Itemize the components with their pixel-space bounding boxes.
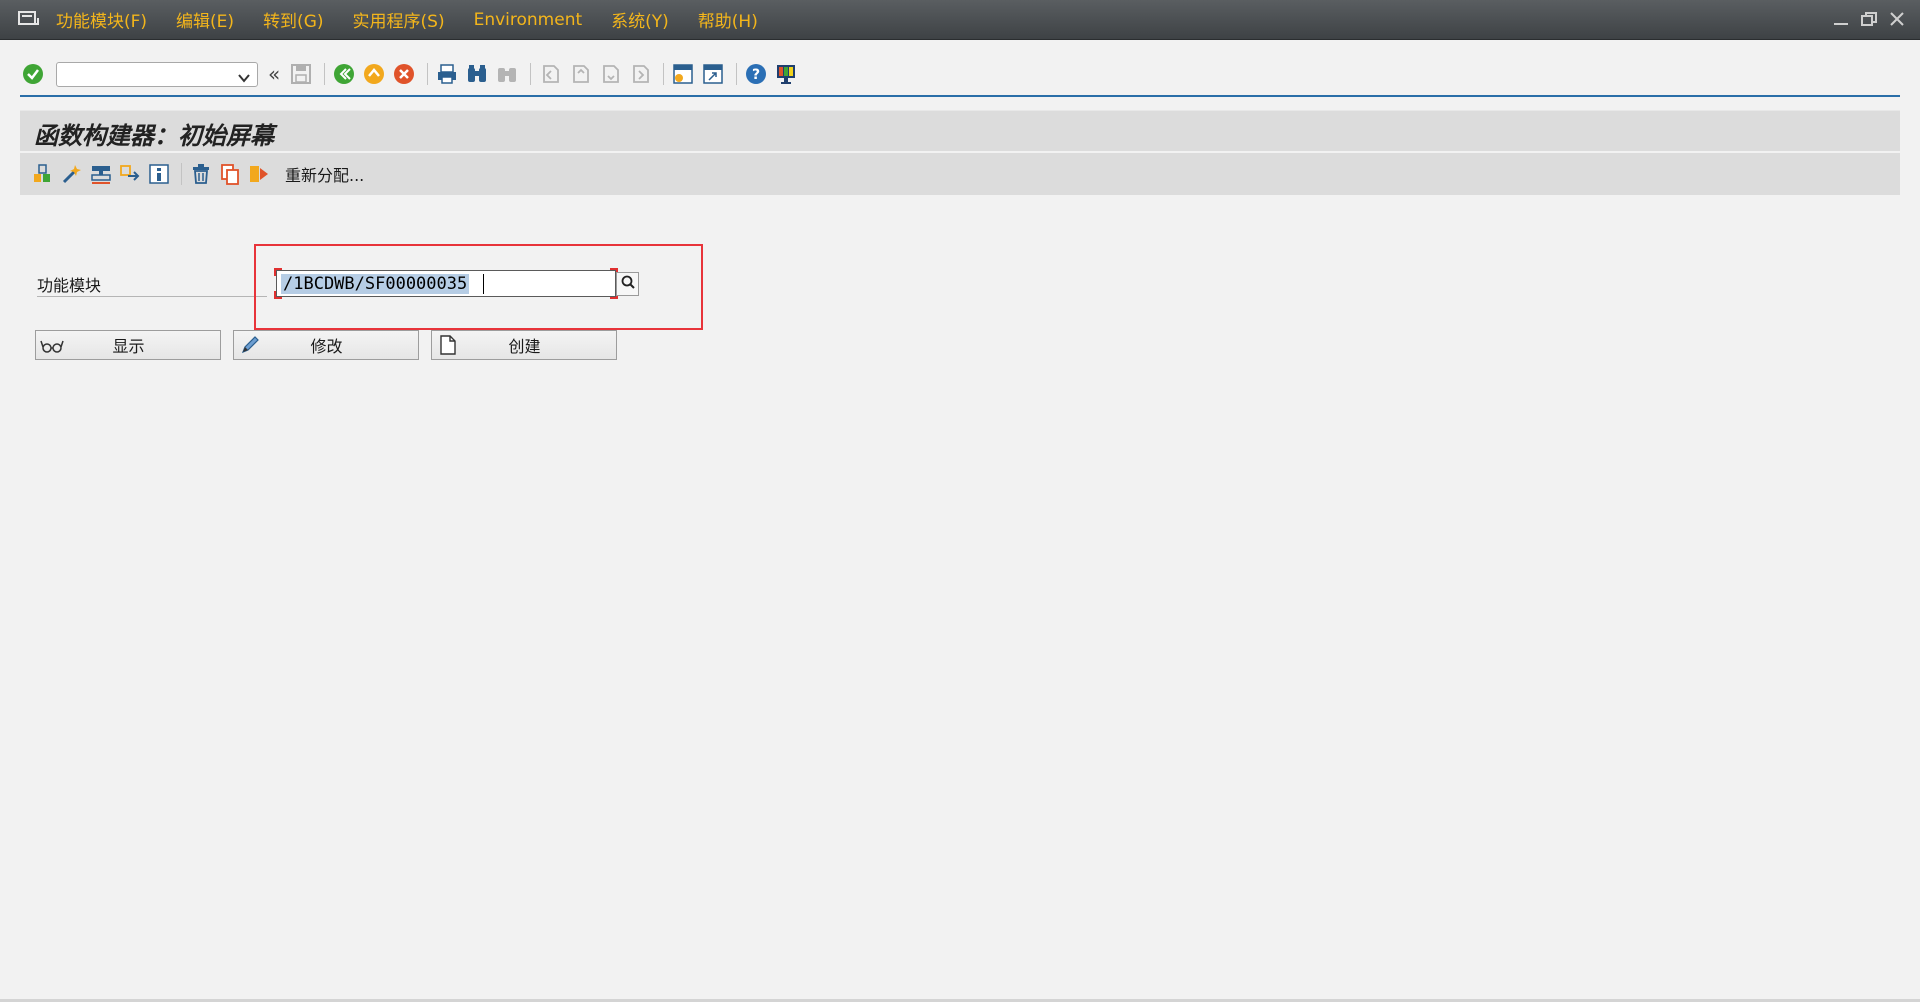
pencil-icon (237, 332, 263, 358)
change-button-label: 修改 (310, 337, 343, 356)
where-used-icon[interactable] (117, 161, 143, 187)
collapse-command-icon[interactable]: « (268, 64, 280, 84)
new-document-icon (435, 332, 461, 358)
toolbar-divider (20, 95, 1900, 97)
test-icon[interactable] (88, 161, 114, 187)
shortcut-icon[interactable] (700, 61, 726, 87)
window-controls (1832, 11, 1906, 27)
close-window-icon[interactable] (1888, 11, 1906, 27)
menu-help[interactable]: 帮助(H) (698, 7, 758, 32)
find-icon[interactable] (464, 61, 490, 87)
menu-edit[interactable]: 编辑(E) (176, 7, 234, 32)
toolbar-separator (181, 163, 182, 185)
glasses-icon (39, 332, 65, 358)
delete-icon[interactable] (188, 161, 214, 187)
cancel-icon[interactable] (391, 61, 417, 87)
menu-utilities[interactable]: 实用程序(S) (353, 7, 445, 32)
first-page-icon[interactable] (537, 61, 563, 87)
info-icon[interactable] (146, 161, 172, 187)
other-object-icon[interactable] (30, 161, 56, 187)
toolbar-separator (324, 63, 326, 85)
customize-layout-icon[interactable] (773, 61, 799, 87)
system-menu-icon[interactable] (18, 10, 40, 28)
enter-icon[interactable] (20, 61, 46, 87)
toolbar-separator (530, 63, 532, 85)
change-button[interactable]: 修改 (233, 330, 419, 360)
command-field[interactable] (56, 61, 258, 88)
print-icon[interactable] (434, 61, 460, 87)
reassign-button[interactable]: 重新分配... (285, 162, 364, 186)
menu-goto[interactable]: 转到(G) (263, 7, 323, 32)
save-icon[interactable] (288, 61, 314, 87)
application-toolbar: 重新分配... (20, 153, 1900, 195)
page-title: 函数构建器：初始屏幕 (34, 121, 274, 150)
display-button[interactable]: 显示 (35, 330, 221, 360)
screen-title-bar: 函数构建器：初始屏幕 (20, 110, 1900, 151)
toolbar-separator (663, 63, 665, 85)
menu-function-module[interactable]: 功能模块(F) (56, 7, 147, 32)
find-next-icon[interactable] (494, 61, 520, 87)
toolbar-separator (736, 63, 738, 85)
copy-icon[interactable] (217, 161, 243, 187)
previous-page-icon[interactable] (567, 61, 593, 87)
display-button-label: 显示 (112, 337, 145, 356)
last-page-icon[interactable] (627, 61, 653, 87)
minimize-icon[interactable] (1832, 11, 1850, 27)
svg-text:?: ? (752, 67, 760, 83)
create-button-label: 创建 (508, 337, 541, 356)
menu-environment[interactable]: Environment (474, 10, 583, 30)
menu-system[interactable]: 系统(Y) (611, 7, 669, 32)
back-icon[interactable] (331, 61, 357, 87)
toolbar-separator (427, 63, 429, 85)
create-button[interactable]: 创建 (431, 330, 617, 360)
menu-bar: 功能模块(F) 编辑(E) 转到(G) 实用程序(S) Environment … (0, 0, 1920, 40)
system-toolbar: « ? (20, 58, 1900, 90)
help-icon[interactable]: ? (743, 61, 769, 87)
chevron-down-icon[interactable] (237, 69, 251, 88)
rename-icon[interactable] (246, 161, 272, 187)
main-menu: 功能模块(F) 编辑(E) 转到(G) 实用程序(S) Environment … (56, 0, 787, 39)
function-module-label: 功能模块 (37, 276, 102, 295)
next-page-icon[interactable] (597, 61, 623, 87)
label-underline (37, 296, 267, 297)
exit-icon[interactable] (361, 61, 387, 87)
restore-icon[interactable] (1860, 11, 1878, 27)
check-icon[interactable] (59, 161, 85, 187)
annotation-highlight-box (254, 244, 703, 330)
new-session-icon[interactable] (670, 61, 696, 87)
